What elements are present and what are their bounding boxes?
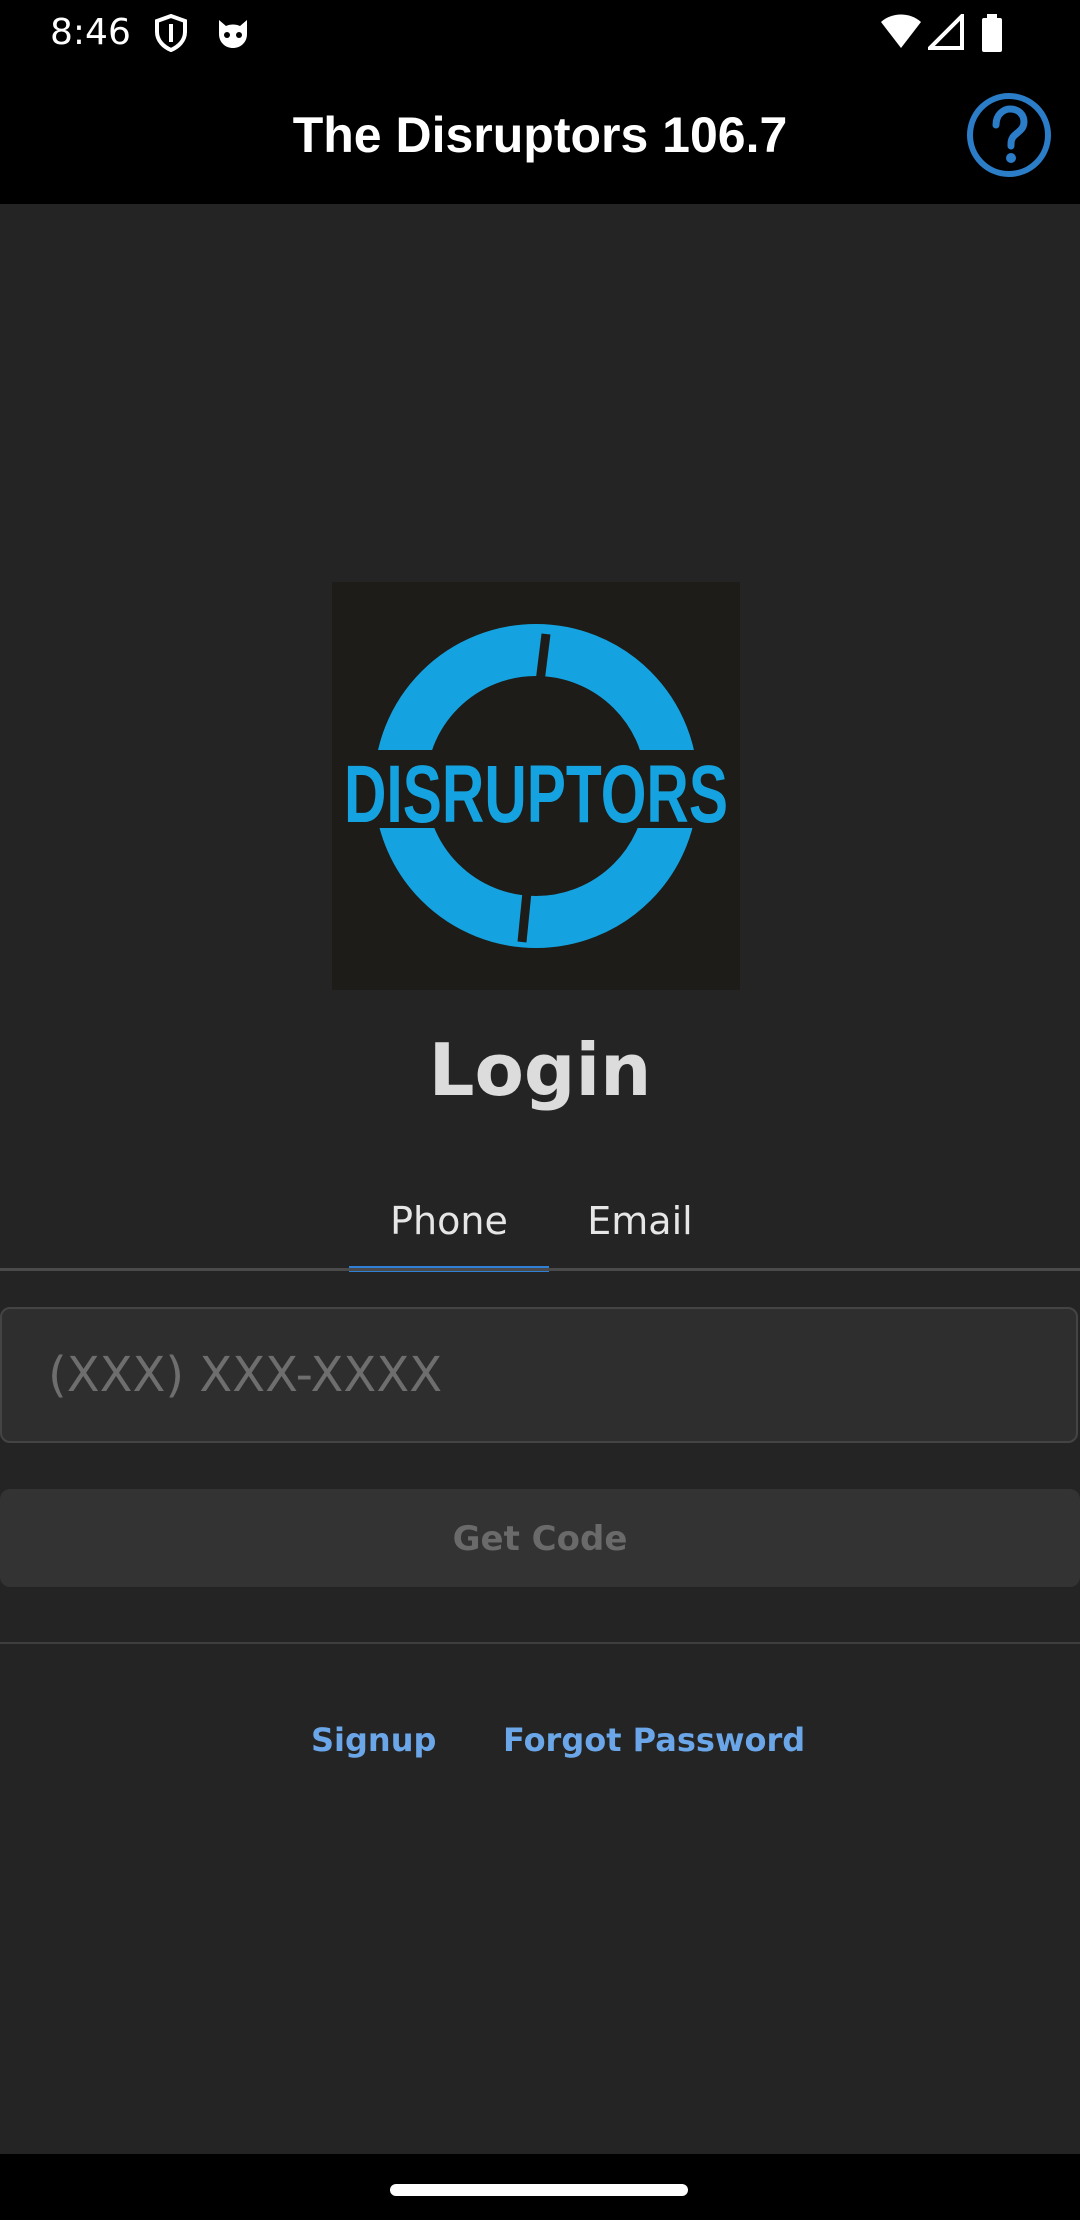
get-code-button[interactable]: Get Code xyxy=(0,1489,1080,1587)
forgot-password-link[interactable]: Forgot Password xyxy=(503,1712,805,1768)
tab-email[interactable]: Email xyxy=(540,1162,740,1270)
home-indicator[interactable] xyxy=(390,2184,688,2196)
status-time: 8:46 xyxy=(50,12,131,53)
disruptors-logo: DISRUPTORS xyxy=(332,582,740,990)
login-title: Login xyxy=(428,1028,652,1112)
logo-text: DISRUPTORS xyxy=(344,749,728,840)
help-button[interactable] xyxy=(966,92,1052,178)
tab-phone[interactable]: Phone xyxy=(349,1162,549,1270)
app-title: The Disruptors 106.7 xyxy=(292,107,788,163)
signal-icon xyxy=(928,14,964,50)
tabs-divider xyxy=(0,1268,1080,1271)
logo-graphic: DISRUPTORS xyxy=(332,624,740,948)
phone-input[interactable] xyxy=(0,1307,1078,1443)
battery-icon xyxy=(982,14,1002,52)
status-bar: 8:46 xyxy=(0,0,1080,66)
wifi-icon xyxy=(881,14,921,48)
navigation-bar xyxy=(0,2154,1080,2220)
shield-icon xyxy=(155,14,187,52)
app-bar: The Disruptors 106.7 xyxy=(0,66,1080,204)
cat-face-icon xyxy=(219,20,247,48)
divider xyxy=(0,1642,1080,1644)
signup-link[interactable]: Signup xyxy=(311,1712,436,1768)
login-method-tabs: Phone Email xyxy=(0,1162,1080,1272)
help-circle-icon xyxy=(967,93,1051,177)
login-screen: 8:46 The Disruptors 106.7 DISRUPTORS Log… xyxy=(0,0,1080,2220)
